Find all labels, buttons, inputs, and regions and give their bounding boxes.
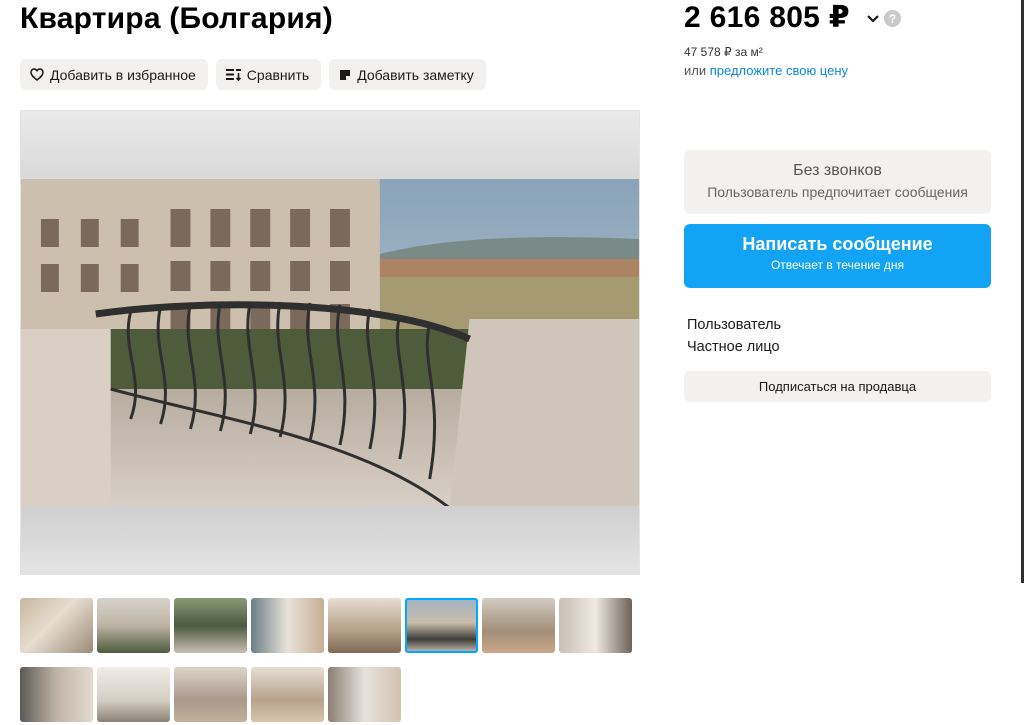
seller-type: Частное лицо bbox=[687, 339, 780, 355]
listing-title: Квартира (Болгария) bbox=[20, 2, 333, 35]
add-note-button[interactable]: Добавить заметку bbox=[329, 59, 486, 90]
price-per-m2: 47 578 ₽ за м² bbox=[684, 45, 763, 59]
photo-blur-top bbox=[21, 111, 639, 179]
thumbnail[interactable] bbox=[559, 598, 632, 653]
no-calls-title: Без звонков bbox=[793, 162, 882, 179]
thumbnail[interactable] bbox=[97, 667, 170, 722]
no-calls-subtitle: Пользователь предпочитает сообщения bbox=[707, 184, 968, 200]
compare-icon bbox=[225, 69, 241, 81]
response-time-label: Отвечает в течение дня bbox=[770, 258, 905, 272]
add-to-favorites-label: Добавить в избранное bbox=[50, 66, 196, 83]
photo-blur-bottom bbox=[21, 506, 639, 574]
compare-button[interactable]: Сравнить bbox=[215, 59, 322, 90]
offer-price-link[interactable]: предложите свою цену bbox=[710, 63, 848, 78]
write-message-button[interactable]: Написать сообщение Отвечает в течение дн… bbox=[684, 224, 991, 288]
seller-info: Пользователь Частное лицо bbox=[687, 314, 781, 358]
thumbnail[interactable] bbox=[251, 667, 324, 722]
no-calls-notice: Без звонков Пользователь предпочитает со… bbox=[684, 150, 991, 214]
listing-actions: Добавить в избранное Сравнить Добавить з… bbox=[20, 59, 486, 90]
subscribe-seller-button[interactable]: Подписаться на продавца bbox=[684, 371, 991, 402]
thumbnail[interactable] bbox=[328, 667, 401, 722]
thumbnail[interactable] bbox=[328, 598, 401, 653]
main-photo[interactable] bbox=[20, 110, 640, 575]
thumbnail[interactable] bbox=[174, 667, 247, 722]
price-tools: ? bbox=[866, 10, 901, 27]
thumbnail-row bbox=[20, 667, 640, 722]
note-icon bbox=[340, 69, 351, 80]
balcony-photo bbox=[21, 179, 639, 508]
thumbnail[interactable] bbox=[251, 598, 324, 653]
thumbnail-row bbox=[20, 598, 640, 653]
price-block: 2 616 805 ₽ ? bbox=[684, 0, 901, 35]
write-message-label: Написать сообщение bbox=[742, 234, 933, 254]
thumbnail[interactable] bbox=[20, 598, 93, 653]
seller-name[interactable]: Пользователь bbox=[687, 314, 781, 336]
help-icon[interactable]: ? bbox=[884, 10, 901, 27]
add-to-favorites-button[interactable]: Добавить в избранное bbox=[20, 59, 208, 90]
compare-label: Сравнить bbox=[246, 66, 310, 83]
offer-prefix: или bbox=[684, 63, 707, 78]
thumbnail[interactable] bbox=[174, 598, 247, 653]
add-note-label: Добавить заметку bbox=[357, 66, 474, 83]
thumbnail[interactable] bbox=[405, 598, 478, 653]
offer-price-line: или предложите свою цену bbox=[684, 63, 848, 78]
thumbnail[interactable] bbox=[482, 598, 555, 653]
thumbnail[interactable] bbox=[97, 598, 170, 653]
price-value: 2 616 805 ₽ bbox=[684, 1, 850, 34]
thumbnail[interactable] bbox=[20, 667, 93, 722]
chevron-down-icon[interactable] bbox=[866, 14, 880, 24]
thumbnail-strip bbox=[20, 598, 640, 725]
heart-icon bbox=[30, 68, 44, 81]
